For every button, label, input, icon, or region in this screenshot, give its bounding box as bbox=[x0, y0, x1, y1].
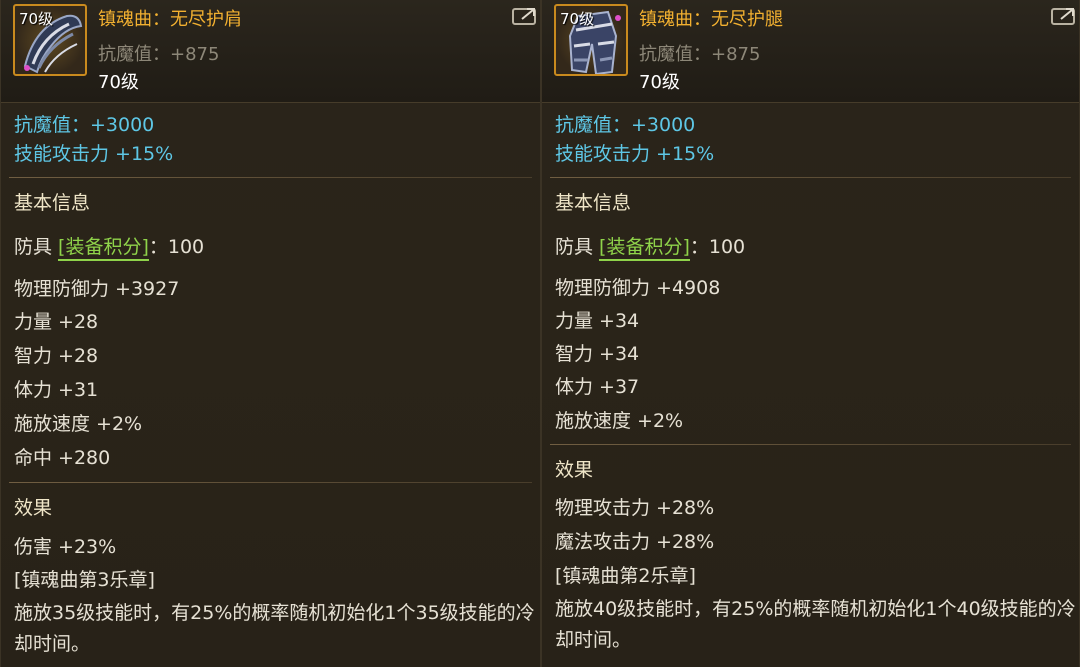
stat-row: 智力 +28 bbox=[14, 345, 99, 367]
effect-heading: 效果 bbox=[14, 497, 53, 519]
stat-row: 体力 +31 bbox=[14, 379, 99, 401]
divider bbox=[9, 482, 532, 483]
basic-info-heading: 基本信息 bbox=[555, 192, 632, 214]
stat-row: 力量 +28 bbox=[14, 311, 99, 333]
effect-row: 伤害 +23% bbox=[14, 536, 117, 558]
movement-label: [镇魂曲第3乐章] bbox=[14, 569, 155, 591]
stat-row: 物理防御力 +4908 bbox=[555, 277, 721, 299]
skill-attack-stat: 技能攻击力 +15% bbox=[14, 143, 174, 165]
effect-row: 物理攻击力 +28% bbox=[555, 497, 715, 519]
level-badge: 70级 bbox=[19, 10, 54, 28]
movement-label: [镇魂曲第2乐章] bbox=[555, 565, 696, 587]
armor-label: 防具 bbox=[555, 236, 600, 258]
effect-description: 施放35级技能时，有25%的概率随机初始化1个35级技能的冷却时间。 bbox=[14, 602, 535, 655]
skill-attack-stat: 技能攻击力 +15% bbox=[555, 143, 715, 165]
stat-row: 体力 +37 bbox=[555, 376, 640, 398]
stat-row: 智力 +34 bbox=[555, 343, 640, 365]
armor-score-row: 防具 [装备积分]：100 bbox=[14, 235, 205, 261]
stat-row: 力量 +34 bbox=[555, 310, 640, 332]
effect-row: 魔法攻击力 +28% bbox=[555, 531, 715, 553]
header-magic-resist: 抗魔值：+875 bbox=[639, 44, 761, 65]
stat-row: 施放速度 +2% bbox=[555, 410, 684, 432]
leg-armor-icon[interactable]: 70级 bbox=[554, 4, 628, 76]
divider bbox=[550, 444, 1071, 445]
armor-score-row: 防具 [装备积分]：100 bbox=[555, 235, 746, 261]
level-badge: 70级 bbox=[560, 10, 595, 28]
header-level: 70级 bbox=[639, 72, 680, 93]
stat-row: 物理防御力 +3927 bbox=[14, 278, 180, 300]
divider bbox=[9, 177, 532, 178]
tooltip-comparison: 70级 镇魂曲：无尽护肩 抗魔值：+875 70级 抗魔值：+3000 技能攻击… bbox=[0, 0, 1080, 667]
magic-resist-stat: 抗魔值：+3000 bbox=[14, 114, 155, 136]
effect-heading: 效果 bbox=[555, 459, 594, 481]
basic-info-heading: 基本信息 bbox=[14, 192, 91, 214]
armor-score-value: ：100 bbox=[148, 236, 205, 258]
header-level: 70级 bbox=[98, 72, 139, 93]
shoulder-armor-icon[interactable]: 70级 bbox=[13, 4, 87, 76]
stat-row: 命中 +280 bbox=[14, 447, 111, 469]
tooltip-header: 70级 镇魂曲：无尽护腿 抗魔值：+875 70级 bbox=[542, 0, 1079, 103]
tooltip-header: 70级 镇魂曲：无尽护肩 抗魔值：+875 70级 bbox=[1, 0, 540, 103]
equipment-score-tag[interactable]: [装备积分] bbox=[599, 236, 690, 261]
stat-row: 施放速度 +2% bbox=[14, 413, 143, 435]
item-name: 镇魂曲：无尽护腿 bbox=[639, 9, 783, 30]
equipment-score-tag[interactable]: [装备积分] bbox=[58, 236, 149, 261]
item-name: 镇魂曲：无尽护肩 bbox=[98, 9, 242, 30]
magic-resist-stat: 抗魔值：+3000 bbox=[555, 114, 696, 136]
armor-label: 防具 bbox=[14, 236, 59, 258]
share-icon[interactable] bbox=[1051, 6, 1077, 26]
item-tooltip-shoulder: 70级 镇魂曲：无尽护肩 抗魔值：+875 70级 抗魔值：+3000 技能攻击… bbox=[0, 0, 541, 667]
item-tooltip-legs: 70级 镇魂曲：无尽护腿 抗魔值：+875 70级 抗魔值：+3000 技能攻击… bbox=[541, 0, 1080, 667]
header-magic-resist: 抗魔值：+875 bbox=[98, 44, 220, 65]
armor-score-value: ：100 bbox=[689, 236, 746, 258]
effect-description: 施放40级技能时，有25%的概率随机初始化1个40级技能的冷却时间。 bbox=[555, 598, 1076, 651]
share-icon[interactable] bbox=[512, 6, 538, 26]
divider bbox=[550, 177, 1071, 178]
